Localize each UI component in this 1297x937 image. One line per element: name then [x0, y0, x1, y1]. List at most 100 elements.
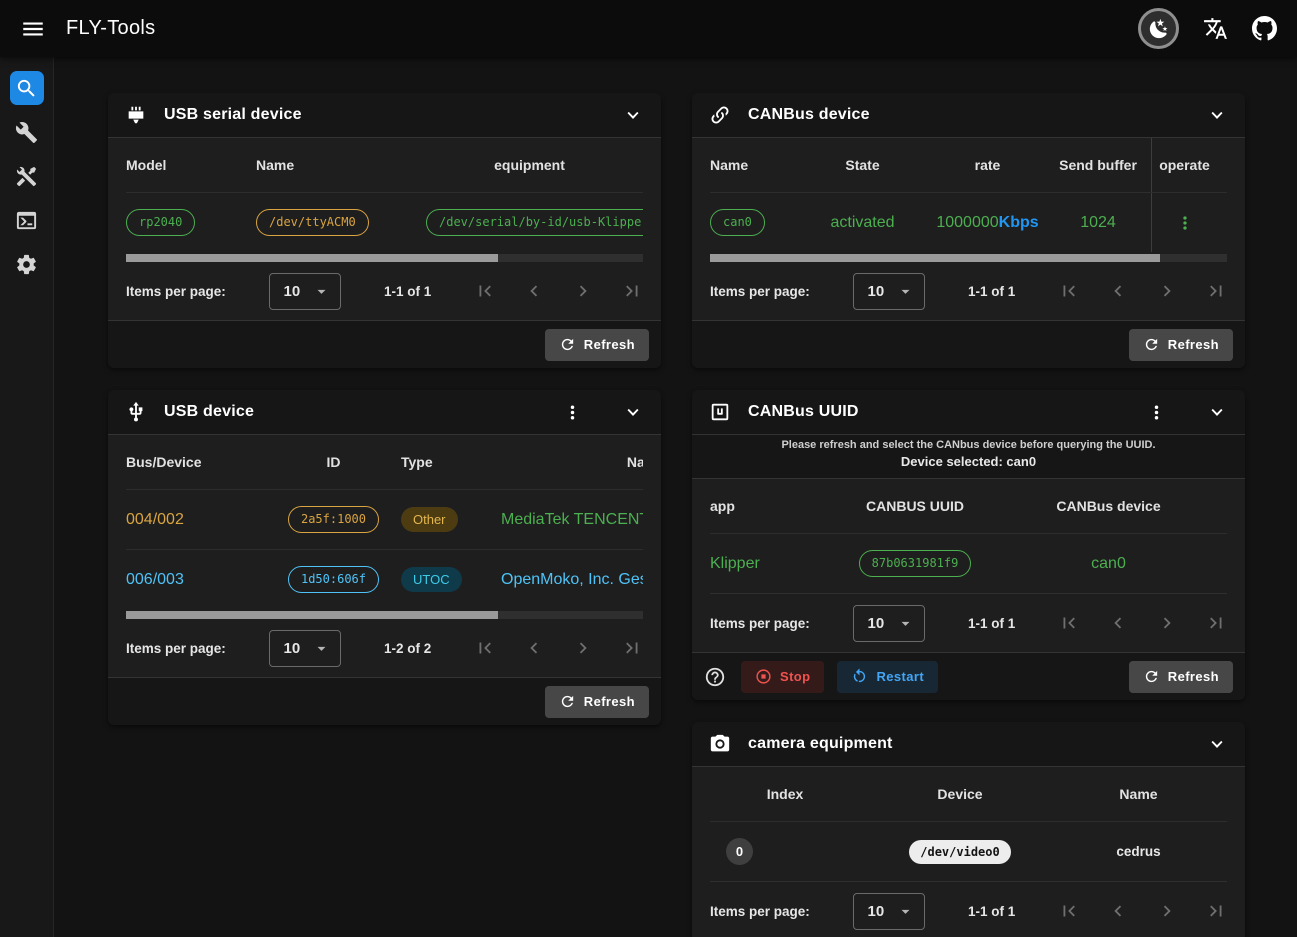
collapse-button[interactable] — [1206, 104, 1228, 126]
items-per-page-select[interactable]: 10 — [269, 630, 342, 667]
theme-toggle-button[interactable] — [1138, 8, 1179, 49]
row-actions-button[interactable] — [1175, 213, 1195, 233]
column-header: Model — [126, 157, 256, 173]
prev-page-button[interactable] — [1107, 900, 1129, 922]
main-content: USB serial device Model Name equipment — [54, 57, 1297, 937]
first-page-button[interactable] — [1058, 280, 1080, 302]
refresh-button[interactable]: Refresh — [545, 329, 649, 361]
cell-app: Klipper — [710, 555, 840, 573]
items-per-page-select[interactable]: 10 — [269, 273, 342, 310]
page-range: 1-1 of 1 — [384, 284, 431, 299]
collapse-button[interactable] — [1206, 733, 1228, 755]
cell-type: UTOC — [401, 567, 501, 592]
items-per-page-select[interactable]: 10 — [853, 273, 926, 310]
first-page-button[interactable] — [474, 637, 496, 659]
refresh-button[interactable]: Refresh — [1129, 329, 1233, 361]
sidebar-item-tools[interactable] — [10, 115, 44, 149]
sidebar-item-flash-tools[interactable] — [10, 159, 44, 193]
id-chip: 2a5f:1000 — [288, 506, 379, 532]
column-header: Type — [401, 454, 501, 470]
usb-serial-table: Model Name equipment rp2040 /dev/ttyACM0… — [126, 138, 643, 252]
collapse-button[interactable] — [622, 401, 644, 423]
translate-button[interactable] — [1203, 16, 1228, 41]
canbus-device-card-footer: Refresh — [692, 321, 1245, 368]
collapse-button[interactable] — [1206, 401, 1228, 423]
card-title: camera equipment — [748, 735, 893, 753]
last-page-button[interactable] — [621, 637, 643, 659]
scrollbar-thumb[interactable] — [126, 254, 498, 262]
menu-button[interactable] — [20, 16, 46, 42]
refresh-label: Refresh — [1168, 669, 1219, 684]
horizontal-scrollbar[interactable] — [710, 254, 1227, 262]
column-header: Name — [1060, 786, 1227, 802]
stop-label: Stop — [780, 669, 810, 684]
pagination: Items per page: 10 1-1 of 1 — [710, 882, 1227, 937]
page-first-icon — [474, 280, 496, 302]
app-bar: FLY-Tools — [0, 0, 1297, 57]
scrollbar-thumb[interactable] — [126, 611, 498, 619]
stop-button[interactable]: Stop — [741, 661, 824, 693]
first-page-button[interactable] — [1058, 900, 1080, 922]
column-header: app — [710, 498, 840, 514]
camera-icon — [709, 733, 731, 755]
prev-page-button[interactable] — [523, 280, 545, 302]
prev-page-button[interactable] — [523, 637, 545, 659]
next-page-button[interactable] — [1156, 900, 1178, 922]
card-menu-button[interactable] — [562, 402, 583, 423]
topbar-actions — [1138, 8, 1277, 49]
help-button[interactable] — [704, 666, 726, 688]
next-page-button[interactable] — [572, 637, 594, 659]
horizontal-scrollbar[interactable] — [126, 611, 643, 619]
refresh-button[interactable]: Refresh — [1129, 661, 1233, 693]
sidebar-item-services[interactable] — [10, 247, 44, 281]
restart-button[interactable]: Restart — [837, 661, 938, 693]
column-header: Name — [710, 157, 805, 173]
next-page-button[interactable] — [1156, 612, 1178, 634]
items-per-page-select[interactable]: 10 — [853, 605, 926, 642]
next-page-button[interactable] — [572, 280, 594, 302]
next-page-button[interactable] — [1156, 280, 1178, 302]
canbus-uuid-card-header: CANBus UUID — [692, 390, 1245, 434]
cell-equipment: /dev/serial/by-id/usb-Klipper_rp2040 — [426, 209, 643, 235]
refresh-button[interactable]: Refresh — [545, 686, 649, 718]
menu-down-icon — [312, 282, 331, 301]
left-column: USB serial device Model Name equipment — [108, 93, 661, 725]
menu-down-icon — [896, 282, 915, 301]
scrollbar-thumb[interactable] — [710, 254, 1160, 262]
items-per-page-select[interactable]: 10 — [853, 893, 926, 930]
horizontal-scrollbar[interactable] — [126, 254, 643, 262]
items-per-page-value: 10 — [868, 283, 885, 300]
last-page-button[interactable] — [621, 280, 643, 302]
page-last-icon — [1205, 612, 1227, 634]
canbus-uuid-table: app CANBUS UUID CANBus device Klipper 87… — [710, 479, 1227, 594]
first-page-button[interactable] — [474, 280, 496, 302]
first-page-button[interactable] — [1058, 612, 1080, 634]
dots-vertical-icon — [1146, 402, 1167, 423]
cell-bus-device: 006/003 — [126, 571, 276, 589]
cell-index: 0 — [710, 838, 870, 865]
prev-page-button[interactable] — [1107, 612, 1129, 634]
prev-page-button[interactable] — [1107, 280, 1129, 302]
tools-icon — [15, 165, 38, 188]
uuid-box-icon — [709, 401, 731, 423]
items-per-page-label: Items per page: — [710, 616, 810, 631]
can-name-chip: can0 — [710, 209, 765, 235]
chevron-down-icon — [622, 104, 644, 126]
chevron-right-icon — [572, 637, 594, 659]
pagination-nav — [1058, 280, 1227, 302]
last-page-button[interactable] — [1205, 280, 1227, 302]
last-page-button[interactable] — [1205, 900, 1227, 922]
card-menu-button[interactable] — [1146, 402, 1167, 423]
last-page-button[interactable] — [1205, 612, 1227, 634]
collapse-button[interactable] — [622, 104, 644, 126]
cell-device: /dev/video0 — [870, 840, 1060, 864]
usb-serial-card-header: USB serial device — [108, 93, 661, 137]
table-header-row: Bus/Device ID Type Name — [126, 435, 643, 489]
chevron-down-icon — [622, 401, 644, 423]
uuid-chip: 87b0631981f9 — [859, 550, 972, 576]
github-button[interactable] — [1252, 16, 1277, 41]
canbus-device-card-body: Name State rate Send buffer operate can0… — [692, 137, 1245, 321]
sidebar-item-device-search[interactable] — [10, 71, 44, 105]
sidebar-item-terminal[interactable] — [10, 203, 44, 237]
device-chip: /dev/video0 — [909, 840, 1010, 864]
